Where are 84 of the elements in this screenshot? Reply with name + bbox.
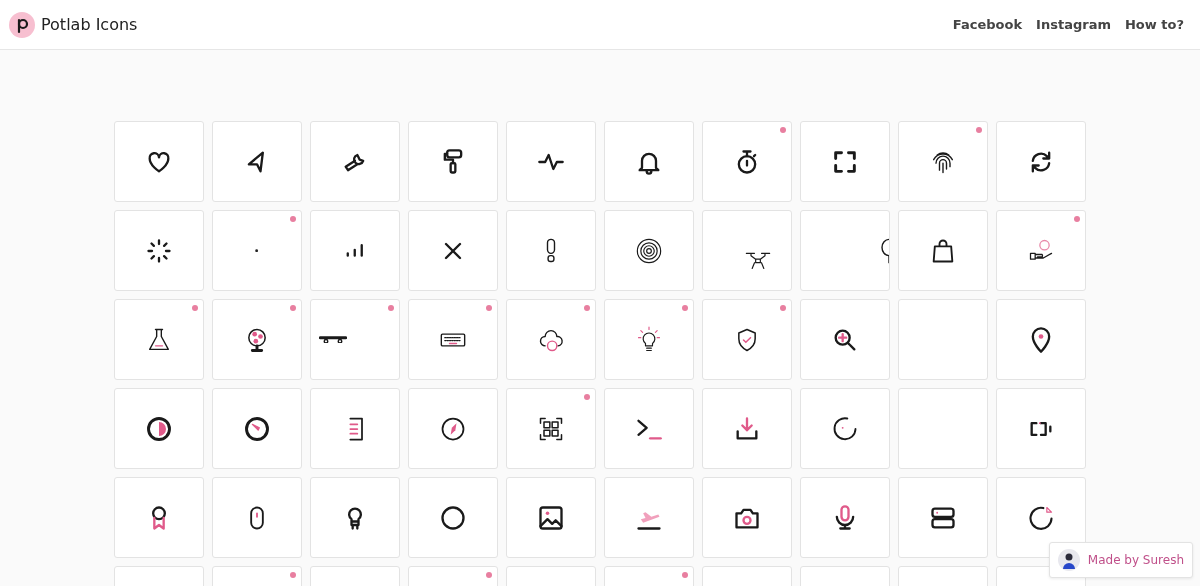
signal-bars-icon	[346, 244, 364, 257]
disc-icon	[635, 236, 663, 265]
nav-link[interactable]: How to?	[1124, 17, 1184, 32]
icon-tile[interactable]	[800, 121, 890, 202]
spinner-icon	[145, 236, 173, 265]
gauge-icon	[243, 414, 271, 443]
icon-tile[interactable]	[800, 388, 890, 469]
new-badge	[486, 305, 492, 311]
new-badge	[290, 572, 296, 578]
icon-tile[interactable]	[702, 388, 792, 469]
icon-tile[interactable]	[604, 210, 694, 291]
nav-link[interactable]: Instagram	[1036, 17, 1111, 32]
icon-tile[interactable]	[898, 477, 988, 558]
new-badge	[682, 572, 688, 578]
circle-icon	[439, 503, 467, 532]
icon-tile[interactable]	[898, 388, 988, 469]
new-badge	[192, 305, 198, 311]
icon-tile[interactable]	[702, 210, 792, 291]
new-badge	[584, 394, 590, 400]
icon-tile[interactable]	[604, 477, 694, 558]
skateboard-icon	[319, 335, 347, 344]
new-badge	[584, 305, 590, 311]
icon-tile[interactable]	[996, 299, 1086, 380]
icon-tile[interactable]	[310, 299, 400, 380]
icon-tile[interactable]	[114, 477, 204, 558]
icon-tile[interactable]	[604, 121, 694, 202]
icon-tile[interactable]	[506, 121, 596, 202]
credit-toast[interactable]: Made by Suresh	[1048, 542, 1193, 578]
icon-tile[interactable]	[800, 210, 890, 291]
icon-tile[interactable]	[212, 121, 302, 202]
credit-text[interactable]: Made by Suresh	[1087, 553, 1184, 567]
new-badge	[682, 305, 688, 311]
icon-tile[interactable]	[506, 210, 596, 291]
icon-tile[interactable]	[212, 388, 302, 469]
icon-tile[interactable]	[408, 388, 498, 469]
new-badge	[290, 216, 296, 222]
icon-tile[interactable]	[506, 299, 596, 380]
icon-tile[interactable]	[408, 299, 498, 380]
icon-tile[interactable]	[898, 299, 988, 380]
icon-tile[interactable]	[702, 121, 792, 202]
icon-tile[interactable]	[114, 299, 204, 380]
icon-tile[interactable]	[310, 388, 400, 469]
icon-tile[interactable]	[408, 121, 498, 202]
lightbulb-icon	[635, 325, 663, 354]
icon-tile[interactable]	[604, 388, 694, 469]
icon-tile[interactable]	[310, 121, 400, 202]
brand-name: Potlab Icons	[41, 15, 138, 34]
icon-tile[interactable]	[800, 299, 890, 380]
icon-tile[interactable]	[408, 210, 498, 291]
icon-tile[interactable]	[114, 210, 204, 291]
new-badge	[1074, 216, 1080, 222]
icon-tile[interactable]	[898, 121, 988, 202]
avatar-icon	[1057, 549, 1080, 571]
icon-tile[interactable]	[702, 477, 792, 558]
icon-tile[interactable]	[702, 299, 792, 380]
contrast-icon	[145, 414, 173, 443]
icon-tile[interactable]	[604, 299, 694, 380]
icon-tile[interactable]	[996, 121, 1086, 202]
icon-tile[interactable]	[996, 388, 1086, 469]
icon-tile[interactable]	[114, 121, 204, 202]
image-icon	[537, 503, 565, 532]
icon-tile[interactable]	[506, 477, 596, 558]
new-badge	[486, 572, 492, 578]
logo-icon[interactable]	[9, 11, 35, 38]
icon-tile[interactable]	[800, 477, 890, 558]
new-badge	[976, 127, 982, 133]
new-badge	[780, 127, 786, 133]
icon-tile[interactable]	[408, 477, 498, 558]
dot-icon	[255, 248, 259, 253]
icon-tile[interactable]	[996, 210, 1086, 291]
loader-circle-icon	[831, 414, 859, 443]
icon-tile[interactable]	[212, 210, 302, 291]
icon-tile[interactable]	[310, 477, 400, 558]
new-badge	[290, 305, 296, 311]
icon-tile[interactable]	[996, 477, 1086, 558]
new-badge	[780, 305, 786, 311]
nav-link[interactable]: Facebook	[952, 17, 1023, 32]
icon-tile[interactable]	[212, 299, 302, 380]
icon-tile[interactable]	[898, 210, 988, 291]
icon-tile[interactable]	[212, 477, 302, 558]
icon-tile[interactable]	[114, 388, 204, 469]
icon-tile[interactable]	[310, 210, 400, 291]
icon-tile[interactable]	[506, 388, 596, 469]
new-badge	[388, 305, 394, 311]
